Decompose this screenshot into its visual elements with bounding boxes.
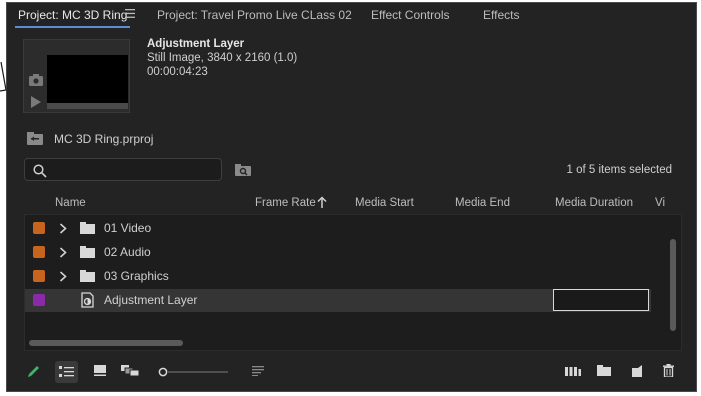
new-search-bin-icon[interactable] [235, 164, 251, 176]
clip-name: Adjustment Layer [147, 38, 245, 50]
list-item-label: 02 Audio [104, 245, 151, 259]
folder-icon [80, 222, 95, 234]
project-panel: Project: MC 3D Ring Project: Travel Prom… [6, 2, 697, 392]
label-color-swatch[interactable] [33, 222, 45, 234]
column-media-start[interactable]: Media Start [355, 197, 414, 209]
list-item-label: Adjustment Layer [104, 293, 198, 307]
list-view-button[interactable] [55, 361, 78, 383]
folder-icon [80, 246, 95, 258]
sort-icon[interactable] [252, 366, 264, 376]
trash-icon[interactable] [663, 364, 674, 377]
search-box[interactable] [24, 158, 222, 181]
list-item-02-audio[interactable]: 02 Audio [25, 241, 651, 264]
label-color-swatch[interactable] [33, 294, 45, 306]
chevron-right-icon[interactable] [59, 247, 67, 258]
column-media-duration[interactable]: Media Duration [555, 197, 633, 209]
project-file-name: MC 3D Ring.prproj [54, 132, 154, 146]
pencil-icon[interactable] [27, 364, 41, 378]
zoom-slider[interactable] [158, 367, 228, 377]
tab-effect-controls[interactable]: Effect Controls [371, 8, 449, 22]
list-item-03-graphics[interactable]: 03 Graphics [25, 265, 651, 288]
column-video-info[interactable]: Vi [655, 197, 665, 209]
new-bin-icon[interactable] [597, 365, 611, 376]
poster-frame-icon[interactable] [29, 74, 43, 86]
list-item-label: 03 Graphics [104, 269, 169, 283]
folder-icon [80, 270, 95, 282]
project-file-icon [27, 132, 43, 145]
panel-menu-icon[interactable] [125, 9, 135, 18]
horizontal-scrollbar[interactable] [29, 340, 183, 346]
bin-list: 01 Video 02 Audio 03 Graphics Adjustment… [24, 214, 682, 351]
chevron-right-icon[interactable] [59, 223, 67, 234]
tab-project-mc-3d-ring[interactable]: Project: MC 3D Ring [14, 8, 131, 28]
clip-duration: 00:00:04:23 [147, 66, 208, 78]
media-duration-edit-field[interactable] [553, 289, 649, 311]
label-color-swatch[interactable] [33, 246, 45, 258]
window-edge-mark [0, 62, 7, 92]
column-name[interactable]: Name [55, 197, 86, 209]
clip-info: Adjustment Layer Still Image, 3840 x 216… [147, 37, 297, 79]
vertical-scrollbar[interactable] [670, 239, 676, 331]
label-color-swatch[interactable] [33, 270, 45, 282]
preview-scrub-bar[interactable] [47, 103, 128, 109]
automate-to-sequence-icon[interactable] [565, 367, 581, 376]
column-media-end[interactable]: Media End [455, 197, 510, 209]
icon-view-icon[interactable] [94, 365, 106, 376]
search-input[interactable] [53, 161, 213, 178]
adjustment-layer-icon [81, 292, 94, 308]
preview-video-frame [47, 55, 128, 103]
panel-tabs: Project: MC 3D Ring Project: Travel Prom… [7, 3, 696, 29]
new-item-icon[interactable] [631, 365, 643, 377]
freeform-view-icon[interactable] [121, 365, 139, 376]
search-icon [33, 164, 47, 178]
list-item-label: 01 Video [104, 221, 152, 235]
selection-status: 1 of 5 items selected [566, 164, 672, 176]
column-frame-rate[interactable]: Frame Rate [255, 197, 316, 209]
list-view-icon [59, 366, 74, 377]
chevron-right-icon[interactable] [59, 271, 67, 282]
list-item-01-video[interactable]: 01 Video [25, 217, 651, 240]
sort-ascending-icon [317, 196, 327, 208]
play-icon[interactable] [30, 96, 42, 108]
clip-detail: Still Image, 3840 x 2160 (1.0) [147, 52, 298, 64]
tab-effects[interactable]: Effects [483, 8, 519, 22]
tab-project-travel-promo[interactable]: Project: Travel Promo Live CLass 02 [157, 8, 352, 22]
list-item-adjustment-layer[interactable]: Adjustment Layer [25, 289, 651, 312]
